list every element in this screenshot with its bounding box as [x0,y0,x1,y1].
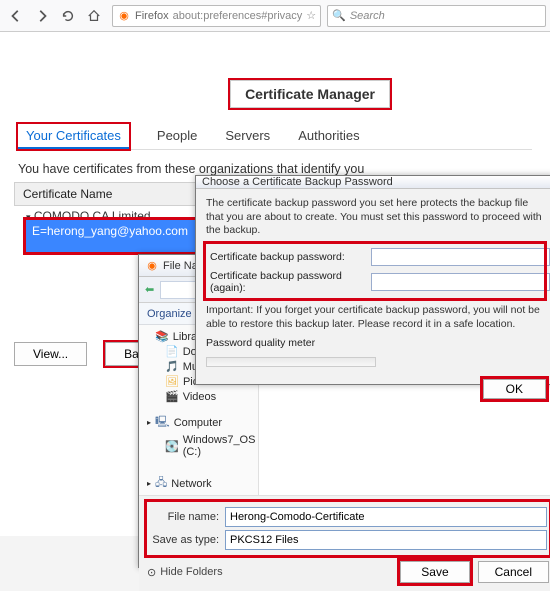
browser-name: Firefox [135,10,169,22]
cert-subject: E=herong_yang@yahoo.com [32,224,202,238]
tab-your-certificates[interactable]: Your Certificates [18,124,129,149]
file-dialog-footer: File name: Save as type: ⊙ Hide Folders … [139,495,550,591]
certificate-manager-heading: Certificate Manager [230,80,390,108]
search-icon: 🔍 [332,9,346,22]
network-icon: 🖧 [155,474,167,493]
sidebar-label: Windows7_OS (C:) [183,434,256,458]
hide-folders-label: Hide Folders [160,566,222,578]
organize-menu[interactable]: Organize [147,308,192,320]
pw-confirm-label: Certificate backup password (again): [210,270,365,294]
backup-password-dialog: Choose a Certificate Backup Password The… [195,175,550,385]
libraries-icon: 📚 [155,330,169,343]
intro-text: You have certificates from these organiz… [18,162,364,176]
view-button[interactable]: View... [14,342,87,366]
browser-toolbar: ◉ Firefox about:preferences#privacy ☆ 🔍 … [0,0,550,32]
cancel-button[interactable]: Cancel [478,561,549,583]
firefox-icon: ◉ [117,9,131,23]
url-bar[interactable]: ◉ Firefox about:preferences#privacy ☆ [112,5,321,27]
sidebar-drive-c[interactable]: 💽 Windows7_OS (C:) [143,433,254,459]
savetype-select[interactable] [225,530,547,550]
search-placeholder: Search [350,10,385,22]
page-content: Certificate Manager Your Certificates Pe… [0,32,550,536]
sidebar-label: Computer [174,417,222,429]
tab-authorities[interactable]: Authorities [298,128,359,149]
url-text: about:preferences#privacy [173,10,303,22]
pw-dialog-description: The certificate backup password you set … [206,197,544,238]
tab-people[interactable]: People [157,128,197,149]
drive-icon: 💽 [165,440,179,453]
pw-important-text: Important: If you forget your certificat… [206,304,544,331]
pw-label: Certificate backup password: [210,251,365,263]
forward-button[interactable] [30,4,54,28]
folder-icon: 🎬 [165,390,179,403]
filename-label: File name: [149,511,219,523]
back-button[interactable] [4,4,28,28]
back-arrow-icon[interactable]: ⬅ [145,283,154,296]
save-button[interactable]: Save [400,561,469,583]
tab-servers[interactable]: Servers [225,128,270,149]
sidebar-network[interactable]: ▸ 🖧 Network [143,473,254,494]
home-button[interactable] [82,4,106,28]
ok-button[interactable]: OK [483,379,546,399]
bookmark-star-icon[interactable]: ☆ [306,9,316,22]
sidebar-label: Libra [173,331,197,343]
pw-meter-label: Password quality meter [206,337,544,349]
search-bar[interactable]: 🔍 Search [327,5,546,27]
folder-icon: 🎵 [165,360,179,373]
hide-folders-toggle[interactable]: ⊙ Hide Folders [147,566,223,579]
sidebar-label: Network [171,478,211,490]
computer-icon: 🖳 [155,413,170,432]
firefox-dialog-icon: ◉ [145,259,159,273]
folder-icon: 📄 [165,345,179,358]
folder-icon: 🖼 [165,375,179,388]
up-arrow-icon: ⊙ [147,566,156,579]
backup-password-input[interactable] [371,248,550,266]
backup-password-confirm-input[interactable] [371,273,550,291]
sidebar-computer[interactable]: ▸ 🖳 Computer [143,412,254,433]
chevron-icon: ▸ [147,418,151,427]
reload-button[interactable] [56,4,80,28]
password-quality-meter [206,357,376,367]
cert-tabs: Your Certificates People Servers Authori… [18,122,532,150]
col-certificate-name[interactable]: Certificate Name [15,183,215,205]
filename-input[interactable] [225,507,547,527]
chevron-icon: ▸ [147,479,151,488]
pw-dialog-titlebar: Choose a Certificate Backup Password [196,176,550,189]
